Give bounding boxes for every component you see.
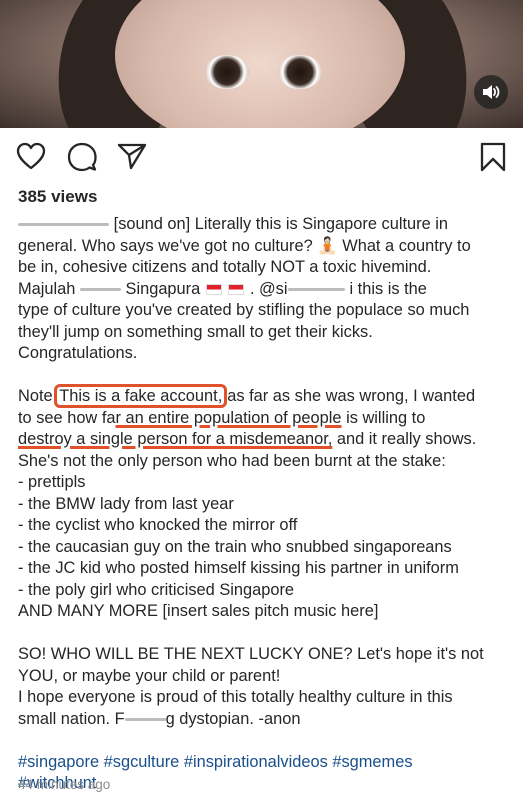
caption-text: and it really shows. bbox=[336, 430, 477, 448]
caption-text: general. Who says we've got no culture? bbox=[18, 236, 313, 255]
caption-text: What a country to bbox=[342, 236, 471, 255]
caption-line: YOU, or maybe your child or parent! bbox=[18, 666, 281, 685]
caption-line: SO! WHO WILL BE THE NEXT LUCKY ONE? Let'… bbox=[18, 645, 484, 663]
caption-line: to see how far an entire population of p… bbox=[18, 408, 514, 430]
underlined-phrase: r an entire population of people bbox=[115, 408, 342, 427]
redacted-text: xxxxx bbox=[124, 708, 166, 730]
volume-button[interactable] bbox=[474, 75, 508, 109]
redacted-text: xxxxx bbox=[79, 278, 121, 300]
caption-line: general. Who says we've got no culture? … bbox=[18, 236, 514, 258]
heart-icon bbox=[16, 142, 46, 170]
save-button[interactable] bbox=[480, 142, 506, 177]
post-timestamp: 44 minutes ago bbox=[18, 777, 111, 792]
caption-line: xxxxxxxx_xx [sound on] Literally this is… bbox=[18, 214, 514, 236]
caption-line: AND MANY MORE [insert sales pitch music … bbox=[18, 602, 379, 620]
post-caption: xxxxxxxx_xx [sound on] Literally this is… bbox=[18, 214, 514, 795]
video-frame-eye bbox=[278, 55, 322, 89]
singapore-flag-icon bbox=[205, 283, 222, 295]
view-count: 385 views bbox=[18, 187, 98, 206]
comment-button[interactable] bbox=[67, 142, 97, 177]
video-player[interactable] bbox=[0, 0, 523, 128]
caption-line: be in, cohesive citizens and totally NOT… bbox=[18, 258, 432, 276]
list-item: - the poly girl who criticised Singapore bbox=[18, 580, 295, 599]
bookmark-icon bbox=[480, 142, 506, 172]
like-button[interactable] bbox=[16, 142, 46, 175]
paper-plane-icon bbox=[117, 143, 147, 170]
caption-text: as far as she was wrong, I wanted bbox=[227, 387, 476, 405]
caption-line: Note: This is a fake account, as far as sh… bbox=[18, 384, 514, 408]
caption-line: Majulah xxxxx Singapura . @sixxxxxxx i t… bbox=[18, 278, 514, 300]
underlined-phrase: destroy a single person for a misdemeano… bbox=[18, 430, 333, 448]
caption-text: Note: bbox=[18, 387, 58, 405]
redacted-mention: xxxxxxx bbox=[287, 278, 346, 300]
highlighted-phrase: This is a fake account, bbox=[54, 384, 228, 408]
list-item: - the BMW lady from last year bbox=[18, 494, 234, 513]
caption-line: I hope everyone is proud of this totally… bbox=[18, 688, 453, 706]
redacted-username[interactable]: xxxxxxxx_xx bbox=[18, 214, 110, 236]
caption-line: destroy a single person for a misdemeano… bbox=[18, 429, 514, 451]
speaker-icon bbox=[483, 85, 500, 99]
caption-line: She's not the only person who had been b… bbox=[18, 451, 446, 470]
list-item: - the caucasian guy on the train who snu… bbox=[18, 537, 452, 556]
caption-text: is willing to bbox=[346, 408, 426, 427]
video-frame-face bbox=[115, 0, 405, 128]
caption-text: [sound on] Literally this is Singapore c… bbox=[113, 215, 449, 233]
caption-text: to see how fa bbox=[18, 408, 116, 427]
caption-text: Singapura bbox=[125, 279, 201, 298]
share-button[interactable] bbox=[117, 142, 147, 175]
list-item: - the JC kid who posted himself kissing … bbox=[18, 559, 459, 577]
caption-text: g dystopian. -anon bbox=[165, 709, 301, 728]
video-frame-eye bbox=[205, 55, 249, 89]
caption-text: small nation. F bbox=[18, 709, 125, 728]
caption-line: small nation. Fxxxxxg dystopian. -anon bbox=[18, 708, 514, 730]
list-item: - prettipls bbox=[18, 473, 86, 491]
list-item: - the cyclist who knocked the mirror off bbox=[18, 516, 298, 534]
caption-line: type of culture you've created by stifli… bbox=[18, 301, 470, 319]
meditation-emoji: 🧘🏻 bbox=[317, 236, 338, 255]
caption-text: i this is the bbox=[349, 279, 427, 298]
comment-icon bbox=[67, 142, 97, 172]
singapore-flag-icon bbox=[228, 283, 245, 295]
action-bar bbox=[0, 128, 523, 184]
hashtag-links[interactable]: #singapore #sgculture #inspirationalvide… bbox=[18, 752, 514, 774]
caption-line: they'll jump on something small to get t… bbox=[18, 322, 373, 341]
caption-text: Majulah bbox=[18, 279, 76, 298]
mention-link[interactable]: . @si bbox=[250, 280, 288, 298]
caption-line: Congratulations. bbox=[18, 344, 138, 362]
